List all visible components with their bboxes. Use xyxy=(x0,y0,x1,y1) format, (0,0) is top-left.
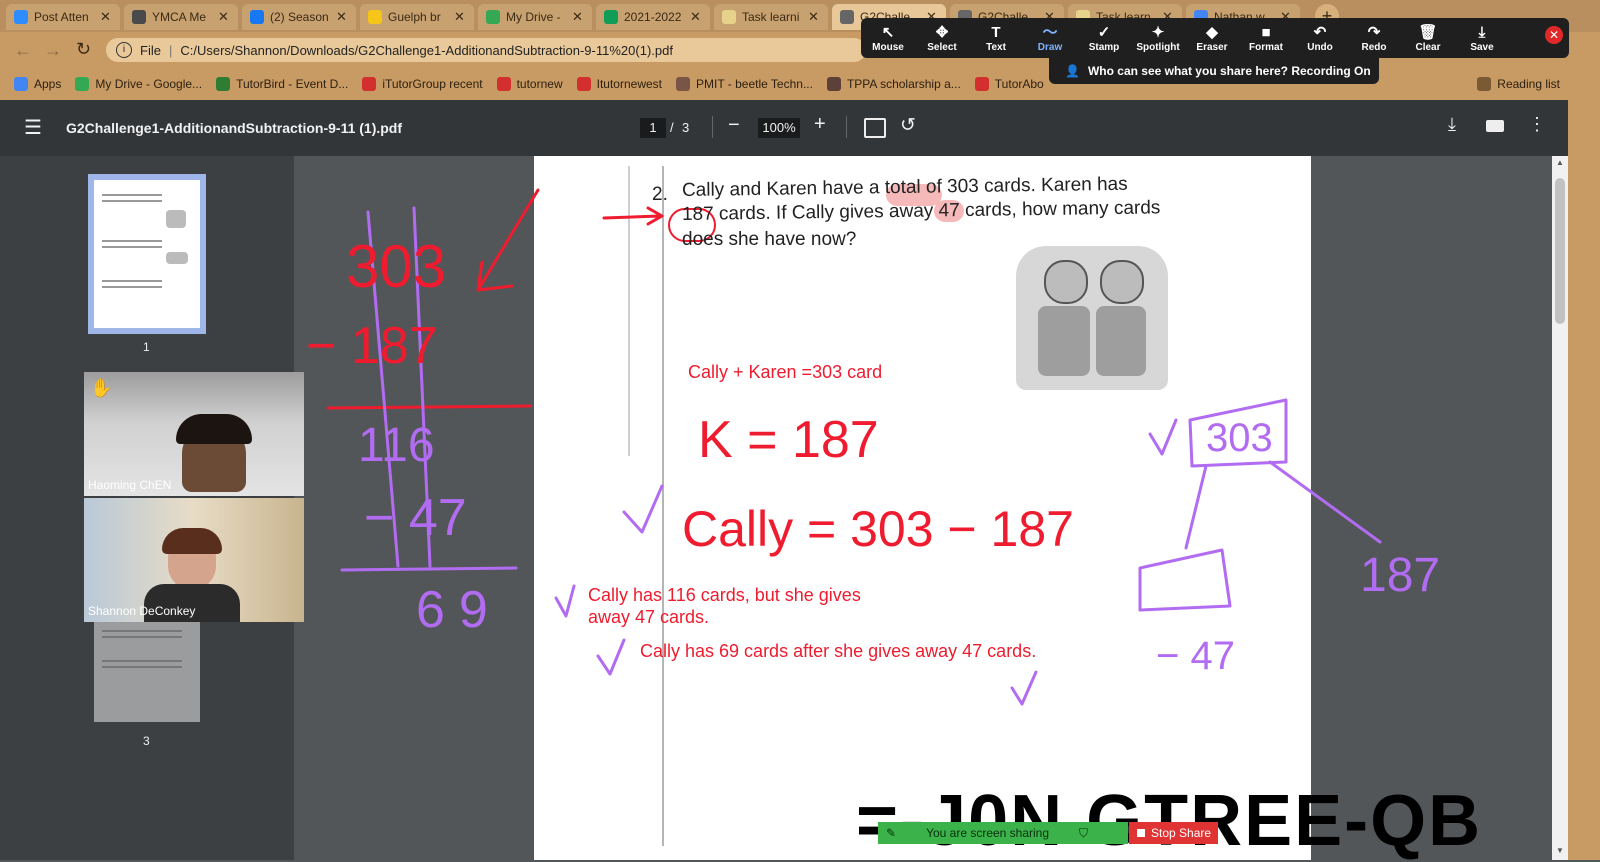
purple-line xyxy=(340,566,518,572)
purple-check xyxy=(596,638,626,676)
red-arrow xyxy=(602,206,664,226)
purple-check xyxy=(1148,418,1178,456)
bond-total: 303 xyxy=(1206,416,1273,460)
stop-icon xyxy=(1137,829,1145,837)
window-edge xyxy=(1568,100,1600,860)
purple-check xyxy=(554,584,576,618)
pin-icon[interactable]: ✎ xyxy=(886,826,896,840)
purple-check xyxy=(622,484,664,534)
scrollbar[interactable]: ▲ ▼ xyxy=(1552,156,1568,860)
bond-minus: − 47 xyxy=(1156,634,1235,678)
stop-share-button[interactable]: Stop Share xyxy=(1129,822,1218,844)
bond-link xyxy=(1184,460,1382,550)
red-arrow xyxy=(476,188,540,292)
purple-check xyxy=(1010,670,1038,706)
red-line xyxy=(326,404,532,410)
work-subtract-2: − 47 xyxy=(364,489,467,547)
ink-overlay xyxy=(326,188,1382,706)
work-subtract: − 187 xyxy=(306,317,438,375)
work-middle-number: 116 xyxy=(358,419,435,472)
work-result: 69 xyxy=(416,581,502,639)
bond-part: 187 xyxy=(1360,549,1441,602)
screen-share-bar: ✎ You are screen sharing ⛉ xyxy=(878,822,1128,844)
work-top-number: 303 xyxy=(346,233,447,300)
shield-icon: ⛉ xyxy=(1079,825,1089,840)
bond-box-empty xyxy=(1138,548,1232,612)
